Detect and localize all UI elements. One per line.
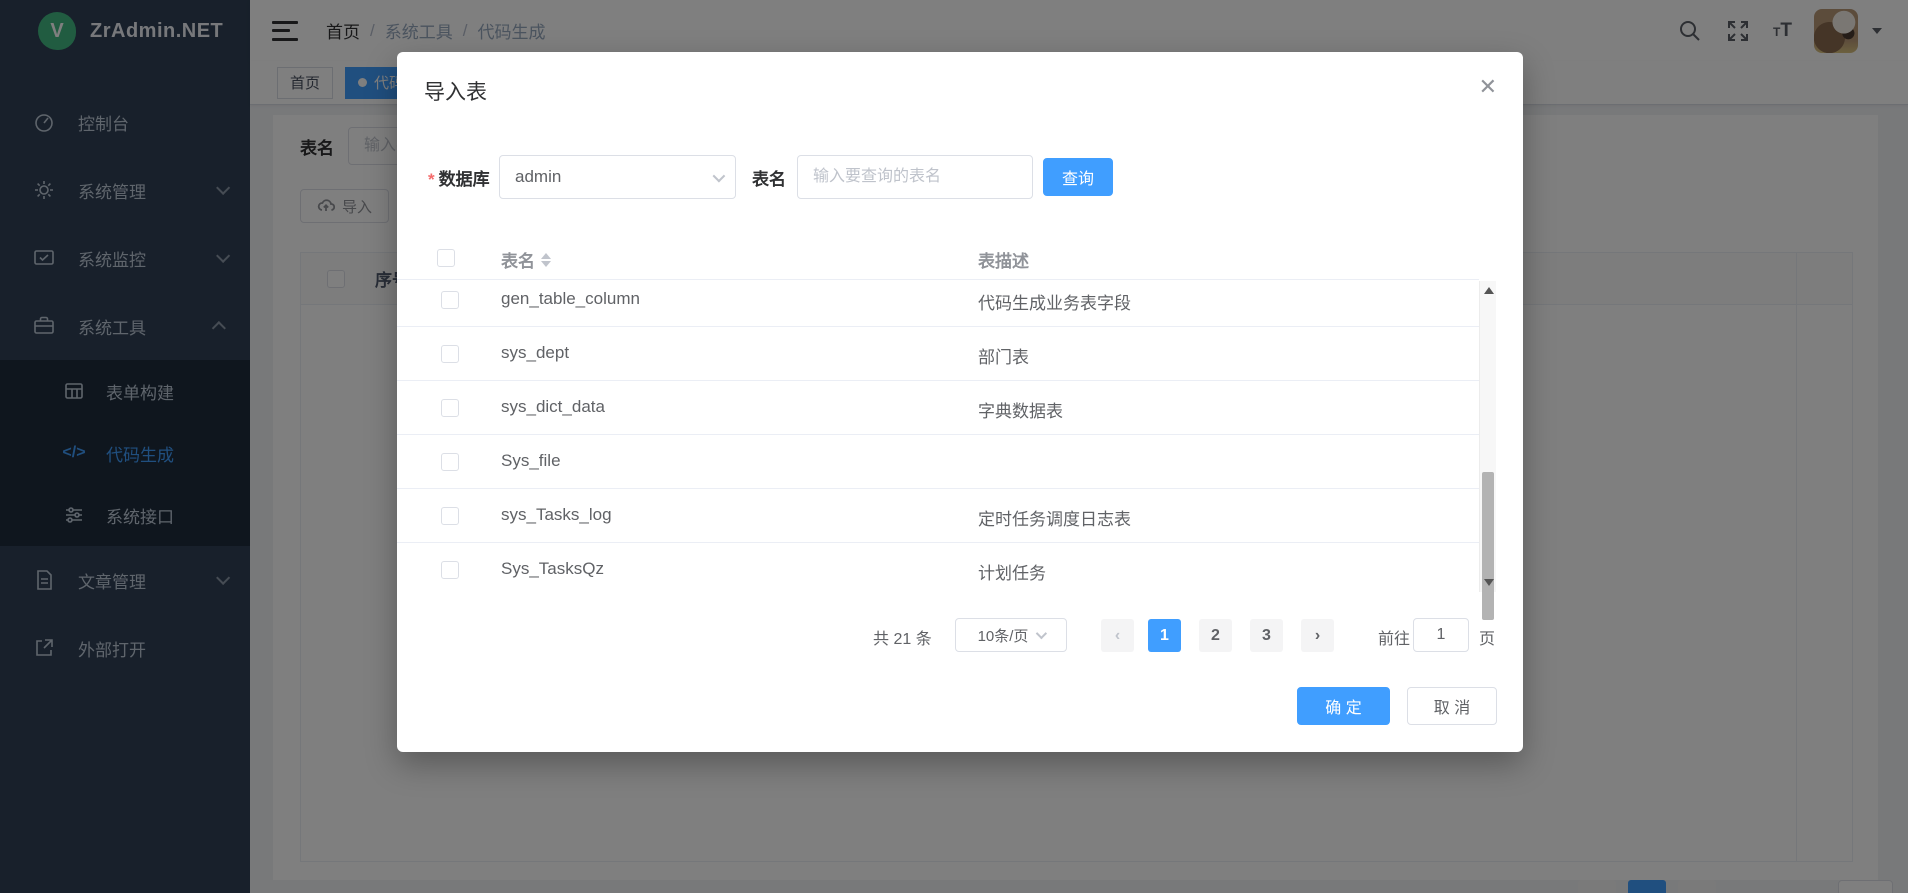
select-all-checkbox[interactable] xyxy=(437,249,455,267)
dialog-title: 导入表 xyxy=(424,76,487,106)
search-button[interactable]: 查询 xyxy=(1043,158,1113,196)
table-row[interactable]: Sys_file xyxy=(397,435,1479,489)
dialog-search-form: *数据库 admin 表名 查询 xyxy=(397,155,1523,199)
row-checkbox[interactable] xyxy=(441,345,459,363)
scroll-down-arrow-icon[interactable] xyxy=(1484,579,1494,586)
dialog-footer: 确 定 取 消 xyxy=(397,687,1523,727)
cancel-button[interactable]: 取 消 xyxy=(1407,687,1497,725)
page-size-select[interactable]: 10条/页 xyxy=(955,618,1067,652)
database-label: *数据库 xyxy=(428,165,490,190)
database-select-value: admin xyxy=(515,167,561,187)
dialog-table-body: gen_table_column 代码生成业务表字段 sys_dept 部门表 … xyxy=(397,281,1479,592)
row-checkbox[interactable] xyxy=(441,291,459,309)
confirm-button[interactable]: 确 定 xyxy=(1297,687,1390,725)
table-row[interactable]: gen_table_column 代码生成业务表字段 xyxy=(397,281,1479,327)
table-desc-cell: 计划任务 xyxy=(978,559,1046,584)
page-button-3[interactable]: 3 xyxy=(1250,619,1283,652)
table-name-cell: sys_Tasks_log xyxy=(501,505,612,525)
dialog-table-header: 表名 表描述 xyxy=(397,238,1479,280)
table-desc-cell: 字典数据表 xyxy=(978,397,1063,422)
dialog-pagination: 共 21 条 10条/页 ‹ 1 2 3 › 前往 页 xyxy=(397,618,1523,652)
page-button-2[interactable]: 2 xyxy=(1199,619,1232,652)
page-button-1[interactable]: 1 xyxy=(1148,619,1181,652)
scrollbar[interactable] xyxy=(1479,281,1496,592)
name-column-header: 表名 xyxy=(501,247,551,272)
row-checkbox[interactable] xyxy=(441,453,459,471)
row-checkbox[interactable] xyxy=(441,399,459,417)
goto-page-input[interactable] xyxy=(1413,618,1469,652)
row-checkbox[interactable] xyxy=(441,507,459,525)
close-icon[interactable]: ✕ xyxy=(1479,76,1497,98)
table-row[interactable]: Sys_TasksQz 计划任务 xyxy=(397,543,1479,592)
table-name-cell: sys_dept xyxy=(501,343,569,363)
scroll-up-arrow-icon[interactable] xyxy=(1484,287,1494,294)
table-name-label: 表名 xyxy=(752,165,786,190)
table-desc-cell: 代码生成业务表字段 xyxy=(978,289,1131,314)
page-size-value: 10条/页 xyxy=(978,625,1029,646)
prev-page-button[interactable]: ‹ xyxy=(1101,619,1134,652)
table-name-cell: sys_dict_data xyxy=(501,397,605,417)
sort-caret-icon[interactable] xyxy=(541,253,551,267)
page-unit-label: 页 xyxy=(1479,625,1495,649)
total-count-text: 共 21 条 xyxy=(873,625,932,649)
chevron-down-icon xyxy=(1036,628,1047,639)
database-select[interactable]: admin xyxy=(499,155,736,199)
next-page-button[interactable]: › xyxy=(1301,619,1334,652)
app-root: V ZrAdmin.NET 控制台 系统管理 系统监控 xyxy=(0,0,1908,893)
scrollbar-thumb[interactable] xyxy=(1482,472,1494,620)
required-asterisk: * xyxy=(428,170,435,189)
goto-label: 前往 xyxy=(1378,625,1410,649)
chevron-down-icon xyxy=(713,169,726,182)
table-name-cell: gen_table_column xyxy=(501,289,640,309)
table-desc-cell: 部门表 xyxy=(978,343,1029,368)
table-name-input[interactable] xyxy=(797,155,1033,199)
table-name-cell: Sys_TasksQz xyxy=(501,559,604,579)
row-checkbox[interactable] xyxy=(441,561,459,579)
description-column-header: 表描述 xyxy=(978,247,1029,272)
table-desc-cell: 定时任务调度日志表 xyxy=(978,505,1131,530)
table-row[interactable]: sys_Tasks_log 定时任务调度日志表 xyxy=(397,489,1479,543)
table-row[interactable]: sys_dict_data 字典数据表 xyxy=(397,381,1479,435)
table-row[interactable]: sys_dept 部门表 xyxy=(397,327,1479,381)
dialog-table-scroll-area[interactable]: gen_table_column 代码生成业务表字段 sys_dept 部门表 … xyxy=(397,281,1479,592)
table-name-cell: Sys_file xyxy=(501,451,561,471)
import-table-dialog: 导入表 ✕ *数据库 admin 表名 查询 表名 表描述 g xyxy=(397,52,1523,752)
